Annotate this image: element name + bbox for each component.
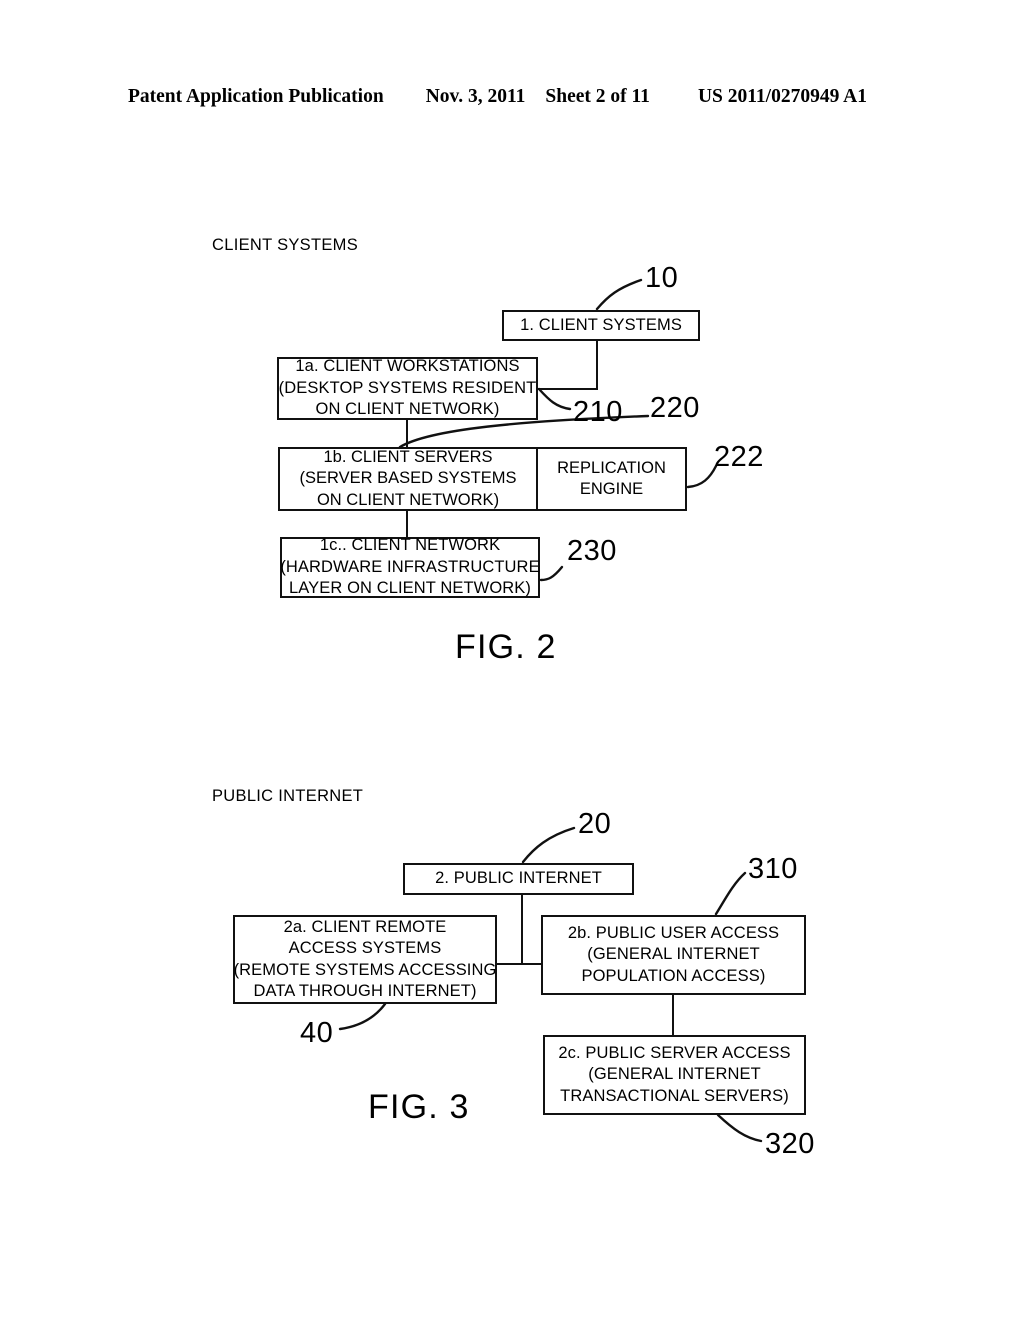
node-public-user-access-line-1: 2b. PUBLIC USER ACCESS [567, 923, 780, 942]
node-client-workstations[interactable]: 1a. CLIENT WORKSTATIONS (DESKTOP SYSTEMS… [277, 357, 538, 420]
header-sheet-number: Sheet 2 of 11 [545, 86, 650, 107]
node-public-server-access-line-2: (GENERAL INTERNET [588, 1065, 761, 1084]
node-public-server-access-line-3: TRANSACTIONAL SERVERS) [560, 1086, 789, 1105]
ref-numeral-320: 320 [765, 1128, 815, 1160]
ref-numeral-220: 220 [650, 392, 700, 424]
connector-client-systems-down [596, 340, 599, 390]
fig2-section-caption: CLIENT SYSTEMS [212, 236, 359, 254]
node-client-remote-access-line-1: 2a. CLIENT REMOTE [283, 917, 447, 936]
node-client-network-line-2: (HARDWARE INFRASTRUCTURE [280, 557, 540, 576]
ref-numeral-40: 40 [300, 1017, 334, 1049]
node-public-user-access-line-3: POPULATION ACCESS) [581, 966, 766, 985]
header-date: Nov. 3, 2011 [425, 86, 526, 107]
node-client-remote-access-line-2: ACCESS SYSTEMS [288, 939, 442, 958]
node-client-servers-line-1: 1b. CLIENT SERVERS [323, 447, 493, 466]
node-client-remote-access-line-4: DATA THROUGH INTERNET) [253, 981, 477, 1000]
leader-line-230 [539, 565, 564, 582]
node-replication-engine[interactable]: REPLICATION ENGINE [538, 449, 685, 509]
fig3-section-caption: PUBLIC INTERNET [212, 787, 364, 805]
leader-line-310 [714, 871, 747, 916]
leader-line-320 [716, 1113, 763, 1143]
page-header: Patent Application Publication Nov. 3, 2… [128, 86, 896, 114]
node-public-user-access[interactable]: 2b. PUBLIC USER ACCESS (GENERAL INTERNET… [541, 915, 806, 995]
leader-line-40 [338, 1002, 387, 1031]
leader-line-20 [521, 826, 576, 864]
node-public-internet[interactable]: 2. PUBLIC INTERNET [403, 863, 634, 895]
node-client-servers-group: 1b. CLIENT SERVERS (SERVER BASED SYSTEMS… [278, 447, 687, 511]
ref-numeral-210: 210 [573, 396, 623, 428]
header-publication-title: Patent Application Publication [128, 86, 384, 107]
connector-public-internet-down [521, 895, 524, 965]
node-client-network-line-1: 1c.. CLIENT NETWORK [319, 536, 501, 555]
node-client-systems[interactable]: 1. CLIENT SYSTEMS [502, 310, 700, 341]
connector-client-systems-to-workstations [536, 388, 598, 391]
ref-numeral-310: 310 [748, 853, 798, 885]
node-public-server-access-line-1: 2c. PUBLIC SERVER ACCESS [558, 1043, 791, 1062]
ref-numeral-20: 20 [578, 808, 612, 840]
fig2-label: FIG. 2 [455, 628, 557, 666]
connector-remote-access-to-public-user [495, 963, 543, 966]
leader-line-222 [686, 464, 718, 489]
node-client-workstations-line-3: ON CLIENT NETWORK) [315, 400, 500, 419]
node-replication-engine-line-1: REPLICATION [557, 458, 666, 477]
leader-line-210 [537, 387, 572, 411]
node-public-server-access[interactable]: 2c. PUBLIC SERVER ACCESS (GENERAL INTERN… [543, 1035, 806, 1115]
node-client-network[interactable]: 1c.. CLIENT NETWORK (HARDWARE INFRASTRUC… [280, 536, 540, 598]
node-client-remote-access-systems[interactable]: 2a. CLIENT REMOTE ACCESS SYSTEMS (REMOTE… [233, 915, 497, 1004]
fig3-label: FIG. 3 [368, 1088, 470, 1126]
node-client-servers-line-3: ON CLIENT NETWORK) [316, 490, 500, 509]
node-public-internet-line-1: 2. PUBLIC INTERNET [435, 869, 602, 888]
connector-public-user-to-public-server [672, 994, 675, 1036]
leader-line-10 [595, 278, 643, 311]
ref-numeral-230: 230 [567, 535, 617, 567]
node-client-servers[interactable]: 1b. CLIENT SERVERS (SERVER BASED SYSTEMS… [280, 447, 538, 509]
node-client-remote-access-line-3: (REMOTE SYSTEMS ACCESSING [233, 960, 497, 979]
node-client-servers-line-2: (SERVER BASED SYSTEMS [299, 469, 517, 488]
node-client-systems-line-1: 1. CLIENT SYSTEMS [520, 315, 682, 334]
connector-workstations-to-servers [406, 419, 409, 449]
ref-numeral-10: 10 [645, 262, 679, 294]
ref-numeral-222: 222 [714, 441, 764, 473]
node-public-user-access-line-2: (GENERAL INTERNET [587, 945, 760, 964]
node-client-workstations-line-2: (DESKTOP SYSTEMS RESIDENT [278, 378, 537, 397]
patent-page: Patent Application Publication Nov. 3, 2… [0, 0, 1024, 1320]
header-publication-number: US 2011/0270949 A1 [697, 86, 867, 107]
node-replication-engine-line-2: ENGINE [579, 480, 644, 498]
node-client-network-line-3: LAYER ON CLIENT NETWORK) [289, 579, 531, 598]
node-client-workstations-line-1: 1a. CLIENT WORKSTATIONS [295, 357, 520, 376]
